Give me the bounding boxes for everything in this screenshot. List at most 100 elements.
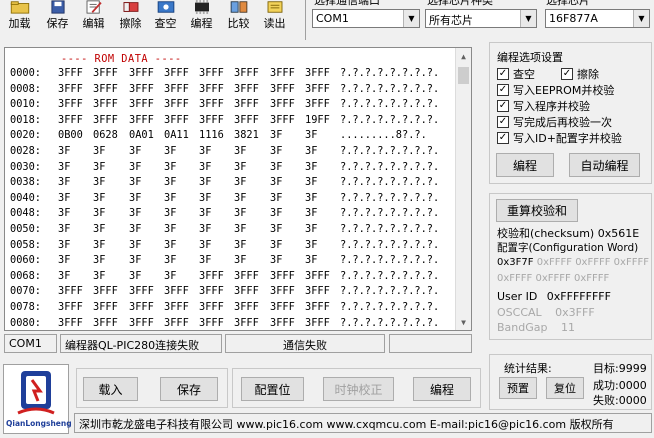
rom-address: 0000:: [10, 67, 41, 79]
reset-button[interactable]: 复位: [546, 377, 584, 399]
scroll-up-icon[interactable]: ▲: [456, 48, 471, 64]
program-bottom-button[interactable]: 编程: [413, 377, 471, 401]
rom-word: 3FFF: [58, 98, 83, 111]
rom-word: 3FFF: [199, 269, 224, 282]
save-bottom-button[interactable]: 保存: [160, 377, 218, 401]
preset-button[interactable]: 预置: [499, 377, 537, 399]
stats-fail: 失败:0000: [593, 392, 647, 408]
rom-word: 3F: [164, 269, 177, 282]
rom-word: 3FFF: [199, 301, 224, 313]
stats-target: 目标:9999: [593, 360, 647, 376]
toolbar-divider: [305, 0, 306, 40]
rom-word: 3F: [199, 160, 212, 173]
chip-type-select[interactable]: 所有芯片 ▼: [425, 9, 537, 28]
rom-word: 3F: [58, 238, 71, 251]
rom-address: 0020:: [10, 129, 41, 142]
config-value: 0xFFFF: [573, 273, 610, 284]
rom-word: 3F: [129, 254, 142, 267]
vertical-scrollbar[interactable]: ▲ ▼: [455, 48, 471, 330]
rom-ascii: ?.?.?.?.?.?.?.?.: [340, 82, 440, 95]
rom-word: 3FFF: [270, 316, 295, 329]
read-button[interactable]: 读出: [257, 0, 292, 31]
program-toolbar-button-label: 编程: [190, 17, 213, 30]
rom-word: 3F: [270, 223, 283, 235]
rom-ascii: ?.?.?.?.?.?.?.?.: [340, 67, 440, 79]
option-erase[interactable]: ✓ 擦除: [561, 66, 599, 82]
rom-word: 3F: [270, 145, 283, 157]
rom-word: 3F: [234, 238, 247, 251]
blank-check-button-label: 查空: [154, 17, 177, 30]
erase-button[interactable]: 擦除: [113, 0, 148, 31]
config-bits-button[interactable]: 配置位: [241, 377, 304, 401]
rom-word: 3FFF: [305, 67, 330, 79]
rom-word: 3821: [234, 129, 259, 142]
rom-word: 3F: [93, 269, 106, 282]
rom-word: 3F: [93, 176, 106, 189]
rom-data-panel[interactable]: ---- ROM DATA ---- 0000: 3FFF 3FFF 3FFF 3FFF…: [4, 47, 472, 331]
option-label: 擦除: [577, 68, 599, 81]
rom-word: 3F: [234, 145, 247, 157]
rom-word: 3F: [58, 191, 71, 204]
stats-fail-value: 0000: [618, 394, 647, 407]
port-select-value: COM1: [316, 12, 349, 25]
rom-word: 3F: [305, 145, 318, 157]
auto-program-button[interactable]: 自动编程: [569, 153, 640, 177]
rom-word: 3F: [129, 223, 142, 235]
program-toolbar-button[interactable]: 编程: [184, 0, 219, 31]
rom-word: 3FFF: [234, 82, 259, 95]
rom-word: 3FFF: [305, 285, 330, 298]
checkbox-checked-icon: ✓: [497, 84, 509, 96]
option-program-verify[interactable]: ✓ 写入程序并校验: [497, 98, 590, 114]
rom-address: 0050:: [10, 223, 41, 235]
status-comm: 通信失败: [225, 334, 385, 353]
rom-word: 3F: [129, 207, 142, 220]
clock-calibration-button[interactable]: 时钟校正: [323, 377, 394, 401]
stats-success-label: 成功:: [593, 379, 619, 392]
edit-button[interactable]: 编辑: [76, 0, 111, 31]
rom-ascii: .........8?.?.: [340, 129, 427, 142]
rom-word: 3FFF: [93, 98, 118, 111]
rom-word: 3FFF: [234, 316, 259, 329]
recalc-checksum-button[interactable]: 重算校验和: [496, 199, 578, 222]
config-value: 0xFFFF: [535, 273, 571, 284]
rom-address: 0018:: [10, 113, 41, 126]
chip-select[interactable]: 16F877A ▼: [545, 9, 650, 28]
save-file-button[interactable]: 保存: [40, 0, 75, 31]
rom-word: 3FFF: [270, 98, 295, 111]
compare-button[interactable]: 比较: [221, 0, 256, 31]
rom-address: 0068:: [10, 269, 41, 282]
rom-word: 3FFF: [234, 98, 259, 111]
blank-check-icon: [157, 1, 174, 13]
rom-address: 0078:: [10, 301, 41, 313]
config-values-row1: 0x3F7F 0xFFFF 0xFFFF 0xFFFF: [497, 257, 649, 268]
option-blank-check[interactable]: ✓ 查空: [497, 66, 535, 82]
option-reverify[interactable]: ✓ 写完成后再校验一次: [497, 114, 612, 130]
edit-button-label: 编辑: [82, 17, 105, 30]
rom-word: 3F: [234, 160, 247, 173]
stats-fail-label: 失败:: [593, 394, 619, 407]
scrollbar-thumb[interactable]: [458, 67, 469, 84]
compare-icon: [230, 1, 247, 13]
user-id-value: 0xFFFFFFFF: [546, 290, 611, 303]
rom-word: 3FFF: [164, 301, 189, 313]
port-select[interactable]: COM1 ▼: [312, 9, 420, 28]
blank-check-button[interactable]: 查空: [148, 0, 183, 31]
option-id-config[interactable]: ✓ 写入ID+配置字并校验: [497, 130, 622, 146]
eraser-icon: [123, 2, 138, 12]
rom-word: 1116: [199, 129, 224, 142]
toolbar: 加载 保存 编辑 擦除 查空 编程 比较 读出: [0, 0, 305, 32]
status-port: COM1: [4, 334, 57, 353]
load-button[interactable]: 加载: [2, 0, 37, 31]
checkbox-checked-icon: ✓: [497, 116, 509, 128]
rom-word: 3FFF: [270, 67, 295, 79]
rom-word: 3F: [129, 160, 142, 173]
checkbox-checked-icon: ✓: [561, 68, 573, 80]
option-eeprom[interactable]: ✓ 写入EEPROM并校验: [497, 82, 614, 98]
program-button[interactable]: 编程: [496, 153, 554, 177]
load-file-button[interactable]: 载入: [83, 377, 138, 401]
rom-word: 3FFF: [58, 82, 83, 95]
rom-word: 3FFF: [164, 67, 189, 79]
company-logo: QianLongsheng: [3, 364, 72, 434]
rom-word: 3F: [93, 145, 106, 157]
scroll-down-icon[interactable]: ▼: [456, 314, 471, 330]
